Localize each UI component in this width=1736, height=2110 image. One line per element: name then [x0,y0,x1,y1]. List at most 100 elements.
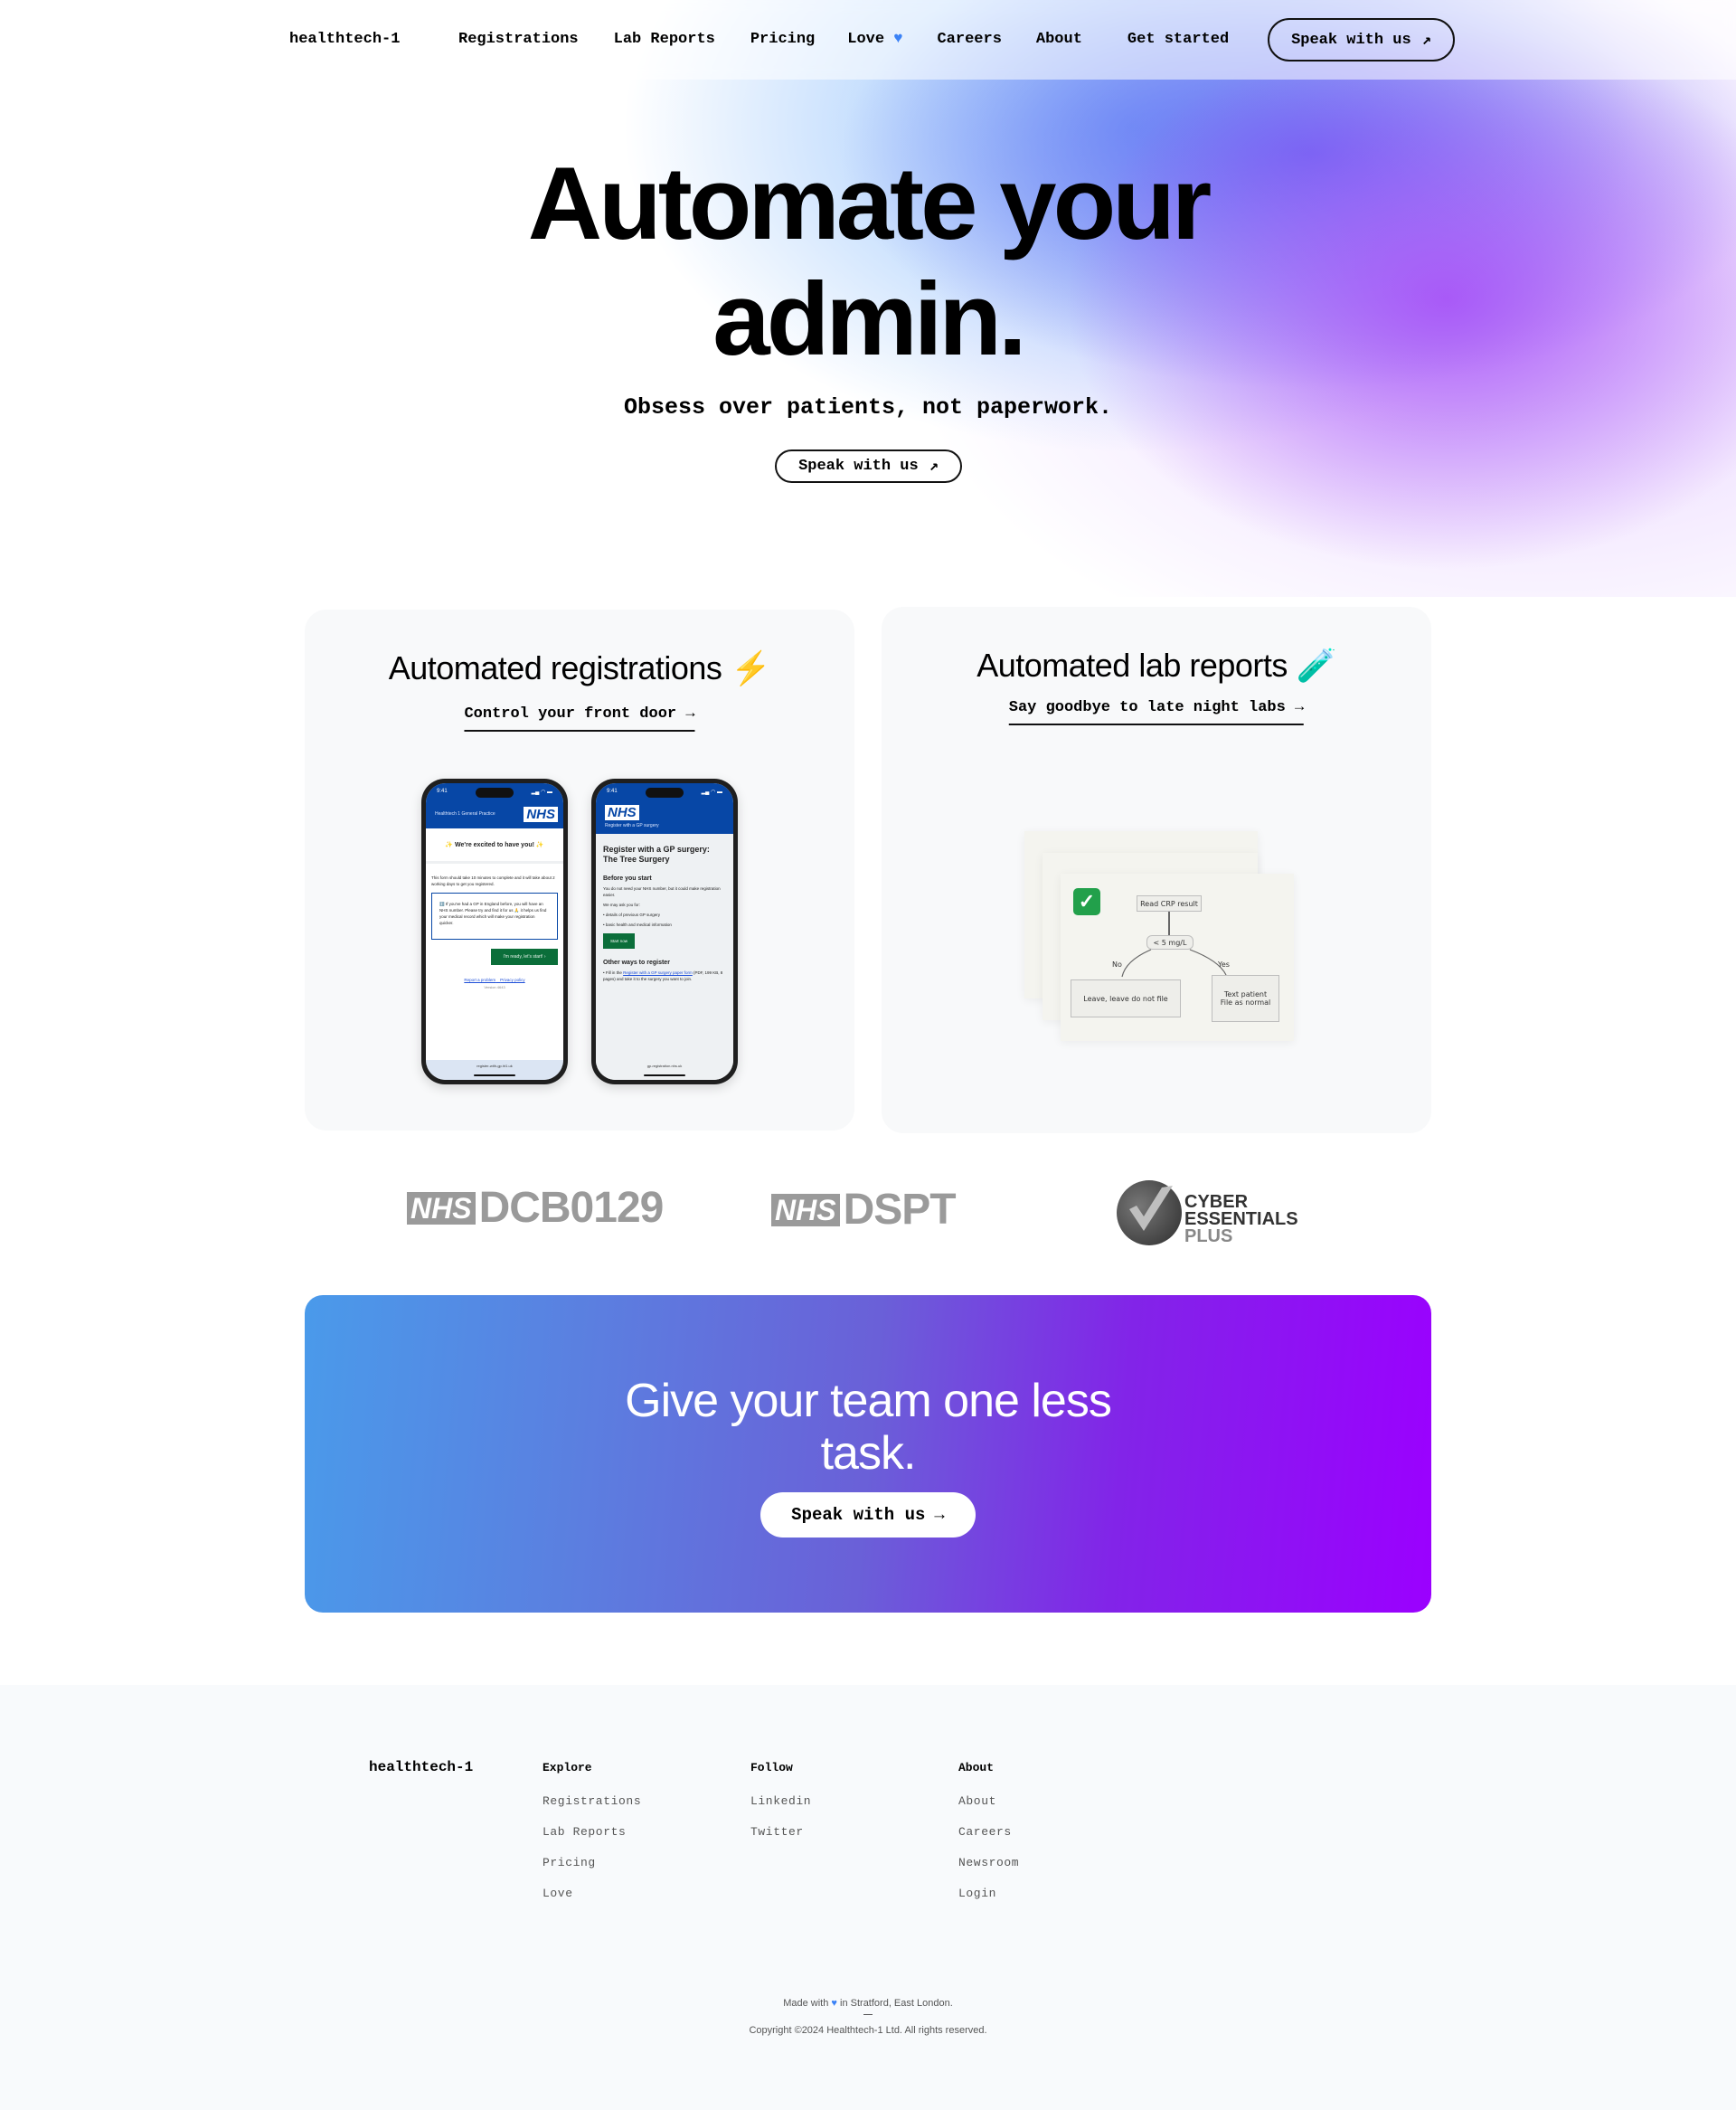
phone-mockup-nhs-register: 9:41 ▂▄ ◠ ▬ NHS Register with a GP surge… [591,779,738,1084]
footer-column-follow: Follow Linkedin Twitter [750,1761,811,1856]
registrations-card[interactable]: Automated registrations ⚡ Control your f… [305,610,854,1131]
phone-time: 9:41 [437,789,448,794]
ready-start-button: I'm ready, let's start! › [491,949,558,965]
cert-name: DSPT [843,1186,957,1234]
footer-heading: Follow [750,1761,793,1774]
footer: healthtech-1 Explore Registrations Lab R… [0,1685,1736,2110]
footer-link-twitter[interactable]: Twitter [750,1825,811,1839]
hero-title-line-1: Automate your [527,147,1212,261]
other-ways-text: • Fill in the Register with a GP surgery… [603,970,723,981]
blue-heart-icon: ♥ [831,1998,837,2009]
copyright-text: Copyright ©2024 Healthtech-1 Ltd. All ri… [749,2025,987,2036]
cyber-essentials-check-icon [1117,1180,1182,1245]
nav-link-lab-reports[interactable]: Lab Reports [614,31,715,48]
cert-nhs-dcb0129: NHS DCB0129 [407,1183,664,1233]
nav-link-about[interactable]: About [1036,31,1082,48]
banner-cta-label: Speak with us [791,1505,926,1525]
made-suffix: in Stratford, East London. [840,1998,953,2009]
footer-link-linkedin[interactable]: Linkedin [750,1794,811,1808]
hero-subtitle: Obsess over patients, not paperwork. [623,394,1113,421]
welcome-heading: ✨ We're excited to have you! ✨ [426,828,563,864]
checkmark-shape [1129,1186,1173,1231]
nhs-header-subtitle: Register with a GP surgery [605,823,659,828]
register-title: Register with a GP surgery: The Tree Sur… [603,845,710,864]
footer-divider [863,2014,873,2015]
arrow-right-icon: → [685,705,695,723]
footer-brand[interactable]: healthtech-1 [369,1759,473,1775]
dynamic-island [476,788,514,798]
ask-bullet: • basic health and medical information [603,923,672,927]
arrow-right-icon: → [1295,699,1305,716]
footer-column-explore: Explore Registrations Lab Reports Pricin… [542,1761,641,1917]
banner-title: Give your team one less task. [305,1375,1431,1480]
arrow-up-right-icon: ↗ [1421,32,1431,50]
ask-bullet: • details of previous GP surgery [603,913,661,917]
footer-link-pricing[interactable]: Pricing [542,1856,641,1869]
footer-link-love[interactable]: Love [542,1887,641,1900]
nav-link-pricing[interactable]: Pricing [750,31,815,48]
privacy-policy-link: Privacy policy [500,978,525,982]
footer-link-lab-reports[interactable]: Lab Reports [542,1825,641,1839]
nhs-logo: NHS [605,805,639,820]
nav-link-get-started[interactable]: Get started [1127,31,1229,48]
home-indicator [474,1074,515,1076]
nav-link-careers[interactable]: Careers [937,31,1001,48]
nav-brand[interactable]: healthtech-1 [289,31,400,48]
flow-file-normal: File as normal [1220,998,1271,1007]
hero-cta-label: Speak with us [798,458,919,475]
nhs-badge: NHS [407,1191,476,1225]
nhs-logo: NHS [524,806,558,822]
other-ways-heading: Other ways to register [603,960,670,966]
nhs-page-body: Register with a GP surgery: The Tree Sur… [596,834,733,1080]
practice-name: Healthtech 1 General Practice [435,811,495,817]
phone-mockup-welcome: 9:41 ▂▄ ◠ ▬ Healthtech 1 General Practic… [421,779,568,1084]
bullet-text: basic health and medical information [605,923,672,927]
nav-link-registrations[interactable]: Registrations [458,31,579,48]
footer-link-login[interactable]: Login [958,1887,1019,1900]
nav-speak-with-us-button[interactable]: Speak with us ↗ [1268,18,1455,62]
flow-text-patient-box: Text patient File as normal [1212,975,1279,1022]
flow-text-patient: Text patient [1223,990,1268,998]
footer-link-registrations[interactable]: Registrations [542,1794,641,1808]
control-front-door-label: Control your front door [464,705,677,723]
before-you-start-text: You do not need your NHS number, but it … [603,886,721,897]
banner-title-line-2: task. [820,1427,917,1480]
home-indicator [644,1074,685,1076]
hero-title: Automate your admin. [0,147,1736,378]
cert-nhs-dspt: NHS DSPT [771,1185,957,1235]
dynamic-island [646,788,684,798]
signal-wifi-battery-icon: ▂▄ ◠ ▬ [531,789,552,795]
lightning-icon: ⚡ [730,649,771,686]
info-box-wrap: ℹ️ If you've had a GP in England before,… [426,893,563,940]
banner-title-line-1: Give your team one less [625,1375,1112,1427]
banner-speak-with-us-button[interactable]: Speak with us → [760,1492,976,1538]
ask-text: We may ask you for: [603,903,640,907]
late-night-labs-link[interactable]: Say goodbye to late night labs → [1008,699,1305,725]
phone-screen: 9:41 ▂▄ ◠ ▬ Healthtech 1 General Practic… [426,783,563,1080]
arrow-up-right-icon: ↗ [929,459,939,476]
nav-links: Registrations Lab Reports Pricing Love ♥… [458,31,1229,48]
intro-text: This form should take 10 minutes to comp… [431,875,555,886]
nav-cta-label: Speak with us [1291,31,1411,49]
crp-flowchart: Read CRP result < 5 mg/L No Yes Leave, l… [1061,874,1294,1041]
flow-yes-label: Yes [1218,960,1230,969]
footer-link-about[interactable]: About [958,1794,1019,1808]
arrow-right-icon: → [934,1505,945,1525]
lab-reports-title-text: Automated lab reports [976,647,1288,684]
registrations-title-text: Automated registrations [388,649,722,686]
nhs-header: NHS Register with a GP surgery [596,800,733,834]
control-front-door-link[interactable]: Control your front door → [464,705,695,732]
footer-link-newsroom[interactable]: Newsroom [958,1856,1019,1869]
paper-form-link: Register with a GP surgery paper form [623,970,693,975]
footer-link-careers[interactable]: Careers [958,1825,1019,1839]
lab-reports-card[interactable]: Automated lab reports 🧪 Say goodbye to l… [882,607,1431,1133]
flow-no-label: No [1112,960,1122,969]
phone-time: 9:41 [607,789,618,794]
top-nav: healthtech-1 Registrations Lab Reports P… [0,0,1736,80]
nav-link-love[interactable]: Love ♥ [847,31,902,48]
phone-url-bar: gp-registration.nhs.uk [596,1060,733,1080]
nhs-number-info-box: ℹ️ If you've had a GP in England before,… [431,893,558,940]
hero-speak-with-us-button[interactable]: Speak with us ↗ [775,449,962,483]
phone-footer-links: Report a problem Privacy policy [426,978,563,982]
late-night-labs-label: Say goodbye to late night labs [1008,699,1286,716]
